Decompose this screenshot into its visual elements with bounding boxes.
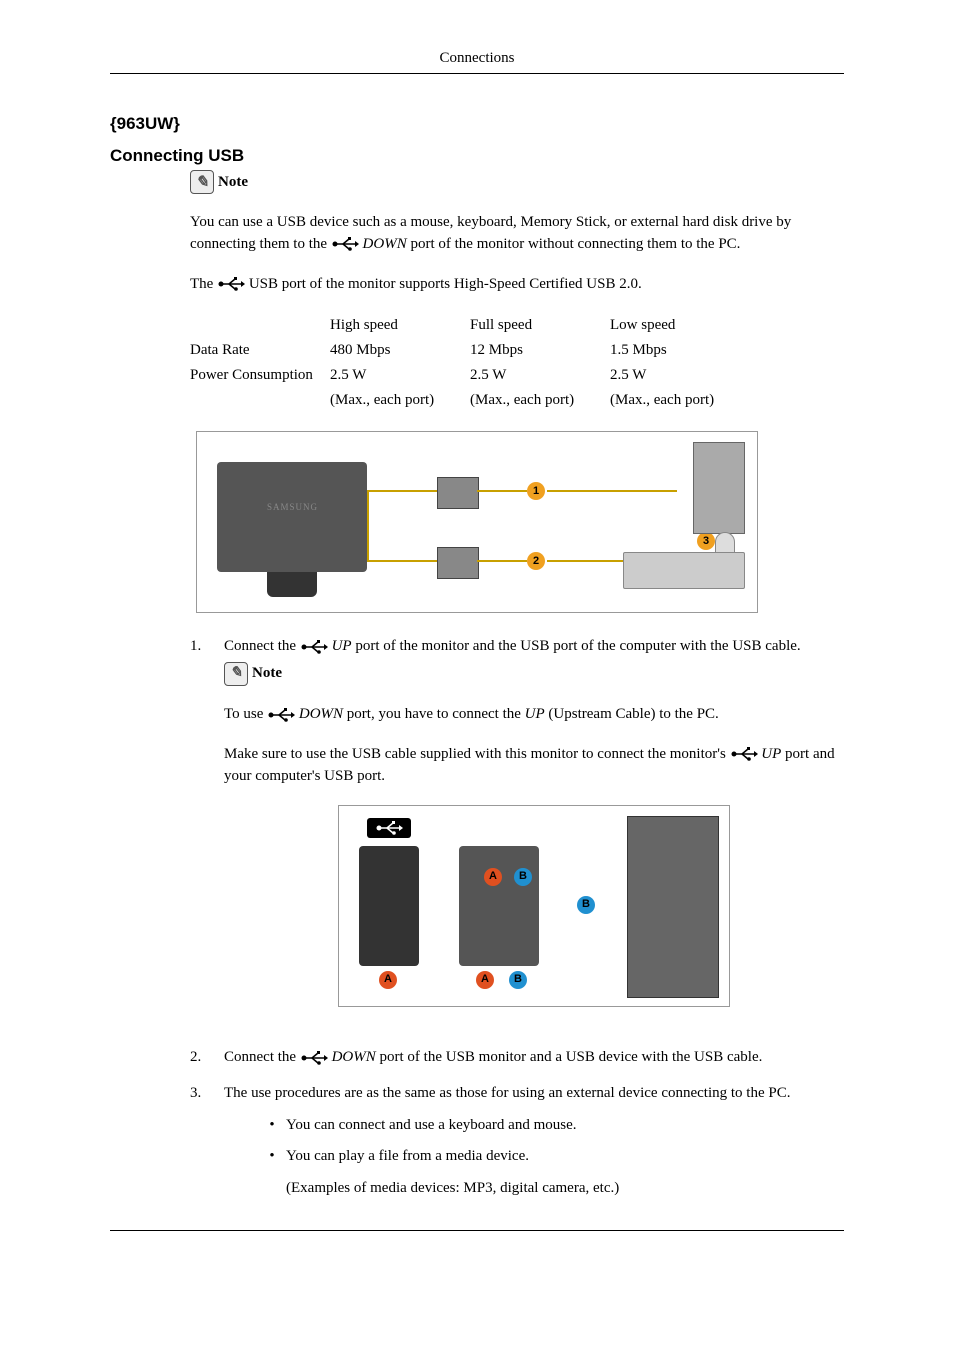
step-1: 1. Connect the UP port of the monitor an… [190,636,844,1033]
step-3: 3. The use procedures are as the same as… [190,1083,844,1200]
list-item-sub: (Examples of media devices: MP3, digital… [286,1178,844,1200]
step-text: port of the USB monitor and a USB device… [380,1049,763,1065]
note-icon: ✎ [224,662,248,686]
table-cell: 2.5 W [330,363,470,388]
callout-badge-b: B [509,971,527,989]
keyboard-graphic [623,552,745,589]
step-number: 2. [190,1047,224,1069]
intro-text: USB port of the monitor supports High-Sp… [249,276,642,292]
callout-badge-1: 1 [527,482,545,500]
step-number: 1. [190,636,224,1033]
note-text: port, you have to connect the [347,706,525,722]
table-header: Full speed [470,313,610,338]
callout-badge-a: A [379,971,397,989]
pc-tower-graphic [627,816,719,998]
table-cell: 1.5 Mbps [610,338,750,363]
note-text: (Upstream Cable) to the PC. [548,706,718,722]
step-text: Connect the [224,1049,300,1065]
usb-icon [267,708,295,722]
table-header: Low speed [610,313,750,338]
port-graphic [437,477,479,509]
table-cell: 2.5 W [610,363,750,388]
step-2: 2. Connect the DOWN port of the USB moni… [190,1047,844,1069]
list-item: You can connect and use a keyboard and m… [286,1115,576,1137]
usb-icon [730,747,758,761]
usb-icon [445,454,469,466]
list-item: You can play a file from a media device. [286,1146,529,1168]
intro-text: port of the monitor without connecting t… [410,236,740,252]
bullet-icon: • [258,1115,286,1137]
usb-icon [300,1051,328,1065]
model-heading: {963UW} [110,114,844,134]
table-row-label: Data Rate [190,338,330,363]
section-title: Connecting USB [110,146,844,166]
note-text: To use [224,706,267,722]
callout-badge-3: 3 [697,532,715,550]
cable-plug-graphic [459,846,539,966]
monitor-graphic [217,462,367,572]
table-row-label: Power Consumption [190,363,330,388]
step-number: 3. [190,1083,224,1200]
step-text: port of the monitor and the USB port of … [355,638,800,654]
callout-badge-a: A [476,971,494,989]
down-port-label: DOWN [299,706,343,722]
up-port-label: UP [525,706,545,722]
note-label: Note [252,663,282,685]
usb-icon [367,818,411,838]
bullet-icon: • [258,1146,286,1168]
usb-icon [300,640,328,654]
up-port-label: UP [761,746,781,762]
footer-rule [110,1230,844,1231]
spec-table: High speed Full speed Low speed Data Rat… [190,313,750,413]
table-footer: (Max., each port) [330,388,470,413]
usb-icon [331,237,359,251]
up-port-label: UP [332,638,352,654]
intro-paragraph-1: You can use a USB device such as a mouse… [190,212,844,256]
callout-badge-b: B [577,896,595,914]
port-graphic [437,547,479,579]
connection-diagram-1: 1 2 3 [110,431,844,618]
note-block: ✎ Note [190,170,844,194]
table-cell: 2.5 W [470,363,610,388]
down-port-label: DOWN [332,1049,376,1065]
intro-paragraph-2: The USB port of the monitor supports Hig… [190,274,844,296]
table-footer: (Max., each port) [470,388,610,413]
monitor-stand-graphic [267,572,317,597]
table-cell: 480 Mbps [330,338,470,363]
down-port-label: DOWN [363,236,407,252]
usb-icon [445,524,469,536]
connection-diagram-2: A B B A A B [224,805,844,1015]
intro-text: The [190,276,217,292]
callout-badge-2: 2 [527,552,545,570]
page-header: Connections [110,50,844,74]
step-text: Connect the [224,638,300,654]
usb-icon [217,277,245,291]
pc-tower-graphic [693,442,745,534]
note-icon: ✎ [190,170,214,194]
monitor-port-graphic [359,846,419,966]
step-text: The use procedures are as the same as th… [224,1083,844,1105]
table-cell: 12 Mbps [470,338,610,363]
table-footer: (Max., each port) [610,388,750,413]
note-label: Note [218,174,248,191]
table-header: High speed [330,313,470,338]
step-text: Make sure to use the USB cable supplied … [224,746,730,762]
